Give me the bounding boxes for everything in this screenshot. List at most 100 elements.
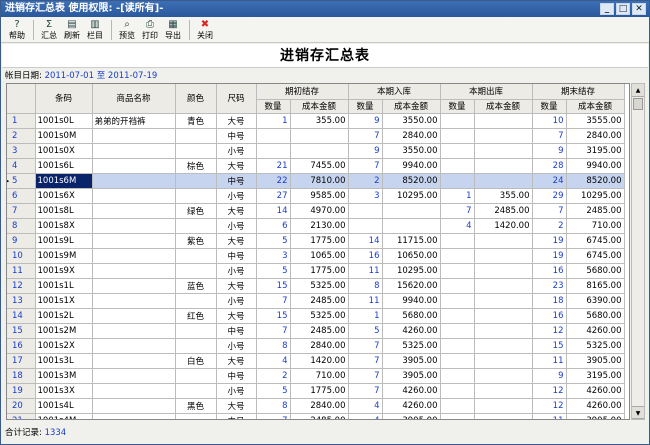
cell-qty: 15 bbox=[256, 278, 291, 294]
cell-amount: 4260.00 bbox=[382, 383, 441, 399]
cell-amount: 6745.00 bbox=[566, 233, 625, 249]
cell-code: 1001s0L bbox=[35, 113, 93, 129]
table-row[interactable]: 20 1001s4L 黑色 大号 8 2840.00 4 4260.00 12 4260.00 bbox=[7, 398, 625, 414]
cell-amount: 4970.00 bbox=[290, 203, 349, 219]
table-row[interactable]: 16 1001s2X 小号 8 2840.00 7 5325.00 15 5325.00 bbox=[7, 338, 625, 354]
date-range: 帐目日期: 2011-07-01 至 2011-07-19 bbox=[5, 71, 157, 81]
cell-amount: 3905.00 bbox=[382, 368, 441, 384]
table-row[interactable]: 11 1001s9X 小号 5 1775.00 11 10295.00 16 5680.00 bbox=[7, 263, 625, 279]
cell-amount: 4260.00 bbox=[382, 398, 441, 414]
toolbar-label: 栏目 bbox=[87, 31, 103, 40]
cell-qty: 7 bbox=[532, 128, 567, 144]
cell-qty bbox=[440, 248, 475, 264]
header-amount[interactable]: 成本金额 bbox=[566, 99, 625, 114]
header-amount[interactable]: 成本金额 bbox=[474, 99, 533, 114]
cell-qty: 11 bbox=[532, 353, 567, 369]
header-closing: 期末结存 bbox=[532, 84, 625, 100]
export-icon: ▦ bbox=[168, 19, 178, 30]
cell-amount: 7810.00 bbox=[290, 173, 349, 189]
row-number: 10 bbox=[7, 248, 36, 264]
title-bar: 进销存汇总表 使用权限: -[读所有]- _ □ ✕ bbox=[1, 1, 649, 17]
table-row[interactable]: 19 1001s3X 小号 5 1775.00 7 4260.00 12 4260.00 bbox=[7, 383, 625, 399]
toolbar-button-print[interactable]: ⎙ 打印 bbox=[139, 17, 161, 42]
header-qty[interactable]: 数量 bbox=[440, 99, 475, 114]
table-row[interactable]: 14 1001s2L 红色 大号 15 5325.00 1 5680.00 16 5680.00 bbox=[7, 308, 625, 324]
toolbar-button-close[interactable]: ✖ 关闭 bbox=[194, 17, 216, 42]
table-row[interactable]: 10 1001s9M 中号 3 1065.00 16 10650.00 19 6745.00 bbox=[7, 248, 625, 264]
cell-amount: 3905.00 bbox=[382, 353, 441, 369]
cell-name bbox=[92, 158, 176, 174]
cell-amount bbox=[474, 173, 533, 189]
header-qty[interactable]: 数量 bbox=[348, 99, 383, 114]
cell-amount: 2485.00 bbox=[474, 203, 533, 219]
table-row[interactable]: 5▶1001s6M中号227810.0028520.00248520.00 bbox=[7, 173, 625, 189]
cell-qty: 4 bbox=[348, 398, 383, 414]
close-window-button[interactable]: ✕ bbox=[632, 3, 646, 15]
header-amount[interactable]: 成本金额 bbox=[382, 99, 441, 114]
data-grid[interactable]: 条码 商品名称 颜色 尺码 期初结存 本期入库 本期出库 期末结存 数量 成本金… bbox=[6, 83, 630, 420]
table-row[interactable]: 6 1001s6X 小号 27 9585.00 3 10295.00 1 355.00 29 102… bbox=[7, 188, 625, 204]
record-count-value: 1334 bbox=[44, 428, 67, 438]
cell-qty: 29 bbox=[532, 188, 567, 204]
cell-code: 1001s2M bbox=[35, 323, 93, 339]
cell-qty: 9 bbox=[532, 368, 567, 384]
cell-qty: 6 bbox=[256, 218, 291, 234]
toolbar-button-refresh[interactable]: ▤ 刷新 bbox=[61, 17, 83, 42]
toolbar-button-preview[interactable]: ⌕ 预览 bbox=[116, 17, 138, 42]
cell-amount bbox=[474, 263, 533, 279]
cell-color: 紫色 bbox=[175, 233, 217, 249]
table-row[interactable]: 211001s4M中号72485.0043905.00113905.00 bbox=[7, 413, 625, 419]
table-row[interactable]: 18 1001s3M 中号 2 710.00 7 3905.00 9 3195.00 bbox=[7, 368, 625, 384]
cell-amount: 5680.00 bbox=[566, 263, 625, 279]
cell-qty: 4 bbox=[348, 413, 383, 419]
minimize-button[interactable]: _ bbox=[600, 3, 614, 15]
toolbar-button-help[interactable]: ? 帮助 bbox=[6, 17, 28, 42]
toolbar-button-export[interactable]: ▦ 导出 bbox=[162, 17, 184, 42]
header-name[interactable]: 商品名称 bbox=[92, 84, 176, 114]
header-qty[interactable]: 数量 bbox=[532, 99, 567, 114]
table-row[interactable]: 9 1001s9L 紫色 大号 5 1775.00 14 11715.00 19 6745.00 bbox=[7, 233, 625, 249]
maximize-button[interactable]: □ bbox=[616, 3, 630, 15]
table-row[interactable]: 12 1001s1L 蓝色 大号 15 5325.00 8 15620.00 23 8165.00 bbox=[7, 278, 625, 294]
scroll-up-icon[interactable]: ▲ bbox=[632, 84, 644, 97]
cell-code: 1001s4M bbox=[35, 413, 93, 419]
table-row[interactable]: 4 1001s6L 棕色 大号 21 7455.00 7 9940.00 28 9940.00 bbox=[7, 158, 625, 174]
cell-qty: 3 bbox=[348, 188, 383, 204]
cell-qty: 7 bbox=[348, 338, 383, 354]
scroll-down-icon[interactable]: ▼ bbox=[632, 406, 644, 419]
cell-qty: 8 bbox=[256, 398, 291, 414]
columns-icon: ▥ bbox=[90, 19, 100, 30]
cell-size: 小号 bbox=[216, 338, 257, 354]
cell-qty: 3 bbox=[256, 248, 291, 264]
cell-name bbox=[92, 248, 176, 264]
cell-amount: 3905.00 bbox=[566, 413, 625, 419]
table-row[interactable]: 3 1001s0X 小号 9 3550.00 9 3195.00 bbox=[7, 143, 625, 159]
toolbar-separator bbox=[111, 20, 112, 40]
table-row[interactable]: 1 1001s0L 弟弟的开裆裤 青色 大号 1 355.00 9 3550.00 10 3555.… bbox=[7, 113, 625, 129]
cell-amount: 3555.00 bbox=[566, 113, 625, 129]
table-row[interactable]: 7 1001s8L 绿色 大号 14 4970.00 7 2485.00 7 2485.00 bbox=[7, 203, 625, 219]
cell-name bbox=[92, 413, 176, 419]
table-row[interactable]: 15 1001s2M 中号 7 2485.00 5 4260.00 12 4260.00 bbox=[7, 323, 625, 339]
cell-amount bbox=[290, 143, 349, 159]
header-code[interactable]: 条码 bbox=[35, 84, 93, 114]
cell-qty: 12 bbox=[532, 383, 567, 399]
table-row[interactable]: 8 1001s8X 小号 6 2130.00 4 1420.00 2 710.00 bbox=[7, 218, 625, 234]
cell-amount bbox=[474, 323, 533, 339]
row-number: 11 bbox=[7, 263, 36, 279]
header-size[interactable]: 尺码 bbox=[216, 84, 257, 114]
table-row[interactable]: 13 1001s1X 小号 7 2485.00 11 9940.00 18 6390.00 bbox=[7, 293, 625, 309]
table-row[interactable]: 17 1001s3L 白色 大号 4 1420.00 7 3905.00 11 3905.00 bbox=[7, 353, 625, 369]
cell-qty bbox=[348, 218, 383, 234]
cell-amount: 5680.00 bbox=[382, 308, 441, 324]
cell-qty bbox=[440, 308, 475, 324]
header-qty[interactable]: 数量 bbox=[256, 99, 291, 114]
toolbar-button-columns[interactable]: ▥ 栏目 bbox=[84, 17, 106, 42]
header-amount[interactable]: 成本金额 bbox=[290, 99, 349, 114]
scroll-thumb[interactable] bbox=[633, 98, 643, 110]
cell-amount bbox=[474, 368, 533, 384]
vertical-scrollbar[interactable]: ▲ ▼ bbox=[631, 83, 645, 420]
toolbar-button-sum[interactable]: Σ 汇总 bbox=[38, 17, 60, 42]
header-color[interactable]: 颜色 bbox=[175, 84, 217, 114]
table-row[interactable]: 2 1001s0M 中号 7 2840.00 7 2840.00 bbox=[7, 128, 625, 144]
